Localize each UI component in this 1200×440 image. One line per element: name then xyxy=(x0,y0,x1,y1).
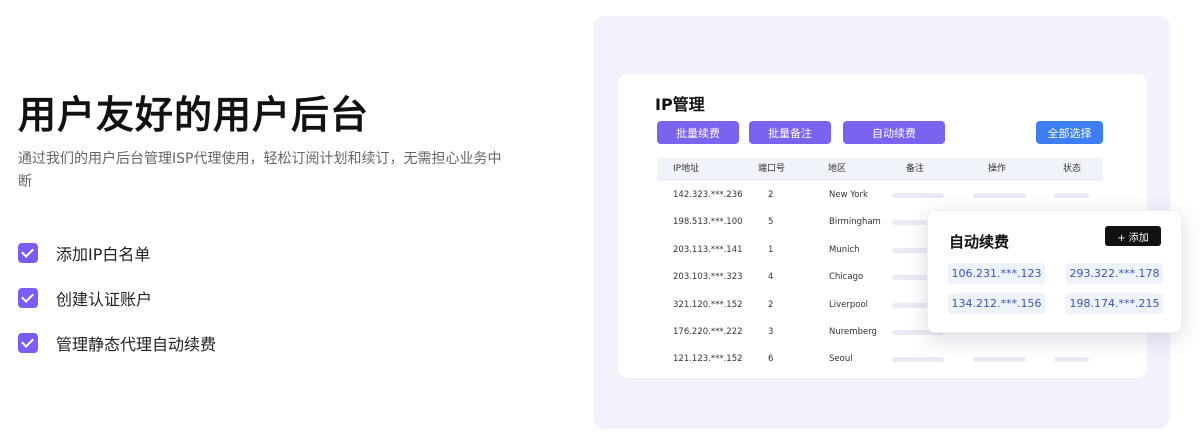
popup-title: 自动续费 xyxy=(949,233,1010,251)
region-cell: Chicago xyxy=(829,272,864,282)
feature-item-auto-renew: 管理静态代理自动续费 xyxy=(18,332,216,354)
checkbox-checked-icon xyxy=(18,333,38,353)
ip-cell: 121.123.***.152 xyxy=(673,354,743,364)
ip-cell: 203.103.***.323 xyxy=(673,272,743,282)
ip-chip: 293.322.***.178 xyxy=(1066,263,1163,284)
feature-label: 管理静态代理自动续费 xyxy=(56,335,217,354)
column-header-note: 备注 xyxy=(906,164,925,174)
region-cell: Liverpool xyxy=(829,300,869,310)
add-button[interactable]: + 添加 xyxy=(1105,226,1161,246)
auto-renew-popup: 自动续费 + 添加 106.231.***.123 293.322.***.17… xyxy=(927,210,1182,333)
port-cell: 5 xyxy=(768,217,774,227)
region-cell: Nuremberg xyxy=(829,327,877,337)
ip-cell: 321.120.***.152 xyxy=(673,300,743,310)
select-all-button[interactable]: 全部选择 xyxy=(1036,121,1103,144)
ip-chip: 198.174.***.215 xyxy=(1066,293,1163,314)
column-header-action: 操作 xyxy=(988,164,1007,174)
table-row: 142.323.***.236 2 New York xyxy=(657,182,1103,209)
status-placeholder xyxy=(1054,357,1089,362)
hero-description: 通过我们的用户后台管理ISP代理使用，轻松订阅计划和续订，无需担心业务中断 xyxy=(18,151,502,190)
ip-chip: 134.212.***.156 xyxy=(948,293,1045,314)
feature-label: 添加IP白名单 xyxy=(56,245,151,264)
region-cell: New York xyxy=(829,190,868,200)
note-placeholder xyxy=(892,193,944,198)
port-cell: 3 xyxy=(768,327,774,337)
ip-cell: 142.323.***.236 xyxy=(673,190,743,200)
region-cell: Munich xyxy=(829,245,860,255)
feature-item-whitelist: 添加IP白名单 xyxy=(18,242,150,264)
checkbox-checked-icon xyxy=(18,288,38,308)
port-cell: 2 xyxy=(768,190,774,200)
batch-renew-button[interactable]: 批量续费 xyxy=(657,121,739,144)
action-placeholder xyxy=(973,357,1026,362)
ip-cell: 203.113.***.141 xyxy=(673,245,743,255)
column-header-status: 状态 xyxy=(1063,164,1082,174)
table-header: IP地址 端口号 地区 备注 操作 状态 xyxy=(657,158,1103,181)
ip-cell: 176.220.***.222 xyxy=(673,327,743,337)
batch-note-button[interactable]: 批量备注 xyxy=(749,121,831,144)
port-cell: 4 xyxy=(768,272,774,282)
feature-item-auth-account: 创建认证账户 xyxy=(18,287,152,309)
port-cell: 2 xyxy=(768,300,774,310)
ip-chip: 106.231.***.123 xyxy=(948,263,1045,284)
table-row: 121.123.***.152 6 Seoul xyxy=(657,346,1103,373)
action-placeholder xyxy=(973,193,1026,198)
checkbox-checked-icon xyxy=(18,243,38,263)
port-cell: 6 xyxy=(768,354,774,364)
ip-cell: 198.513.***.100 xyxy=(673,217,743,227)
auto-renew-button[interactable]: 自动续费 xyxy=(843,121,945,144)
column-header-region: 地区 xyxy=(828,164,847,174)
region-cell: Birmingham xyxy=(829,217,881,227)
hero-title: 用户友好的用户后台 xyxy=(18,93,370,137)
note-placeholder xyxy=(892,357,944,362)
region-cell: Seoul xyxy=(829,354,853,364)
feature-label: 创建认证账户 xyxy=(56,290,153,309)
ip-management-title: IP管理 xyxy=(655,95,705,114)
port-cell: 1 xyxy=(768,245,774,255)
status-placeholder xyxy=(1054,193,1089,198)
column-header-port: 端口号 xyxy=(758,164,786,174)
column-header-ip: IP地址 xyxy=(673,164,700,174)
